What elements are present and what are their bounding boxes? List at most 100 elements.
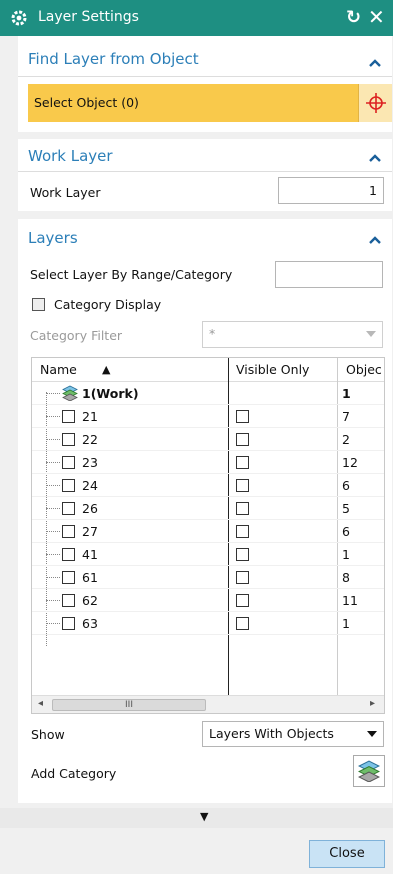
table-row[interactable]: 63 1: [32, 612, 384, 635]
window-title: Layer Settings: [38, 9, 139, 25]
title-bar: Layer Settings ↻ ✕: [0, 0, 393, 36]
visible-only-checkbox[interactable]: [236, 502, 249, 515]
layer-name: 62: [82, 593, 98, 608]
scroll-left-icon[interactable]: ◂: [38, 698, 43, 709]
crosshair-button[interactable]: [358, 84, 392, 122]
layer-select-checkbox[interactable]: [62, 594, 75, 607]
visible-only-checkbox[interactable]: [236, 410, 249, 423]
collapse-caret-icon[interactable]: [368, 153, 382, 163]
scrollbar-thumb[interactable]: III: [52, 699, 206, 711]
category-filter-value: *: [209, 326, 216, 341]
table-row[interactable]: 41 1: [32, 543, 384, 566]
collapse-caret-icon[interactable]: [368, 235, 382, 245]
gear-icon[interactable]: [10, 9, 28, 27]
table-row[interactable]: 24 6: [32, 474, 384, 497]
visible-only-checkbox[interactable]: [236, 456, 249, 469]
visible-only-checkbox[interactable]: [236, 594, 249, 607]
layer-object-count: 6: [342, 478, 350, 493]
close-button[interactable]: Close: [309, 840, 385, 868]
visible-only-checkbox[interactable]: [236, 479, 249, 492]
show-dropdown[interactable]: Layers With Objects: [202, 721, 384, 747]
layer-name: 1(Work): [82, 386, 139, 401]
tree-connector: [46, 531, 60, 532]
layer-select-checkbox[interactable]: [62, 456, 75, 469]
work-layer-value: 1: [369, 183, 377, 198]
show-value: Layers With Objects: [209, 726, 334, 741]
layer-name: 61: [82, 570, 98, 585]
divider: [18, 171, 392, 172]
more-options-bar[interactable]: ▼: [0, 808, 393, 828]
visible-only-checkbox[interactable]: [236, 548, 249, 561]
select-object-bar[interactable]: Select Object (0): [28, 84, 358, 122]
range-category-label: Select Layer By Range/Category: [30, 267, 233, 282]
layer-select-checkbox[interactable]: [62, 410, 75, 423]
category-display-label: Category Display: [54, 297, 162, 312]
divider: [18, 76, 392, 77]
table-header: Name ▲ Visible Only Objec: [32, 358, 384, 382]
chevron-down-icon: [367, 731, 377, 737]
tree-connector: [46, 485, 60, 486]
collapse-caret-icon[interactable]: [368, 58, 382, 68]
layer-object-count: 5: [342, 501, 350, 516]
layer-select-checkbox[interactable]: [62, 571, 75, 584]
category-filter-dropdown[interactable]: *: [202, 321, 383, 348]
add-category-button[interactable]: [353, 755, 385, 787]
sort-ascending-icon[interactable]: ▲: [102, 363, 110, 376]
tree-connector: [46, 600, 60, 601]
layers-heading[interactable]: Layers: [28, 229, 78, 247]
visible-only-checkbox[interactable]: [236, 525, 249, 538]
layer-select-checkbox[interactable]: [62, 502, 75, 515]
layer-stack-icon: [62, 385, 78, 401]
layer-select-checkbox[interactable]: [62, 525, 75, 538]
layers-table: Name ▲ Visible Only Objec 1(Work) 1 21 7…: [31, 357, 385, 714]
close-icon[interactable]: ✕: [368, 5, 385, 29]
work-layer-input[interactable]: 1: [278, 177, 384, 204]
layer-name: 23: [82, 455, 98, 470]
layer-object-count: 8: [342, 570, 350, 585]
layer-name: 21: [82, 409, 98, 424]
table-row[interactable]: 22 2: [32, 428, 384, 451]
work-layer-label: Work Layer: [30, 185, 101, 200]
horizontal-scrollbar[interactable]: ◂ III ▸: [32, 695, 384, 713]
column-header-visible-only[interactable]: Visible Only: [236, 362, 309, 377]
scroll-right-icon[interactable]: ▸: [370, 698, 375, 709]
table-row[interactable]: 27 6: [32, 520, 384, 543]
layer-select-checkbox[interactable]: [62, 433, 75, 446]
visible-only-checkbox[interactable]: [236, 571, 249, 584]
layer-object-count: 7: [342, 409, 350, 424]
reset-icon[interactable]: ↻: [346, 7, 361, 28]
expand-more-icon[interactable]: ▼: [200, 810, 208, 823]
category-filter-label: Category Filter: [30, 328, 123, 343]
layer-select-checkbox[interactable]: [62, 617, 75, 630]
find-layer-heading[interactable]: Find Layer from Object: [28, 50, 199, 68]
work-layer-heading[interactable]: Work Layer: [28, 147, 113, 165]
column-header-objects[interactable]: Objec: [346, 362, 382, 377]
layer-select-checkbox[interactable]: [62, 479, 75, 492]
layer-name: 41: [82, 547, 98, 562]
table-row-work[interactable]: 1(Work) 1: [32, 382, 384, 405]
tree-connector: [46, 462, 60, 463]
show-label: Show: [31, 727, 65, 742]
range-category-input[interactable]: [275, 261, 383, 288]
layer-name: 27: [82, 524, 98, 539]
table-row[interactable]: 23 12: [32, 451, 384, 474]
layer-object-count: 12: [342, 455, 358, 470]
table-row[interactable]: 62 11: [32, 589, 384, 612]
column-header-name[interactable]: Name: [40, 362, 77, 377]
tree-connector: [46, 623, 60, 624]
layer-object-count: 1: [342, 616, 350, 631]
table-row[interactable]: 26 5: [32, 497, 384, 520]
layer-name: 22: [82, 432, 98, 447]
table-row[interactable]: 61 8: [32, 566, 384, 589]
layer-object-count: 11: [342, 593, 358, 608]
category-display-checkbox[interactable]: [32, 298, 45, 311]
visible-only-checkbox[interactable]: [236, 617, 249, 630]
visible-only-checkbox[interactable]: [236, 433, 249, 446]
crosshair-icon: [366, 93, 386, 113]
layer-stack-icon: [358, 760, 380, 782]
table-row[interactable]: 21 7: [32, 405, 384, 428]
tree-connector: [46, 508, 60, 509]
layer-object-count: 1: [342, 386, 351, 401]
layer-select-checkbox[interactable]: [62, 548, 75, 561]
tree-connector: [46, 439, 60, 440]
